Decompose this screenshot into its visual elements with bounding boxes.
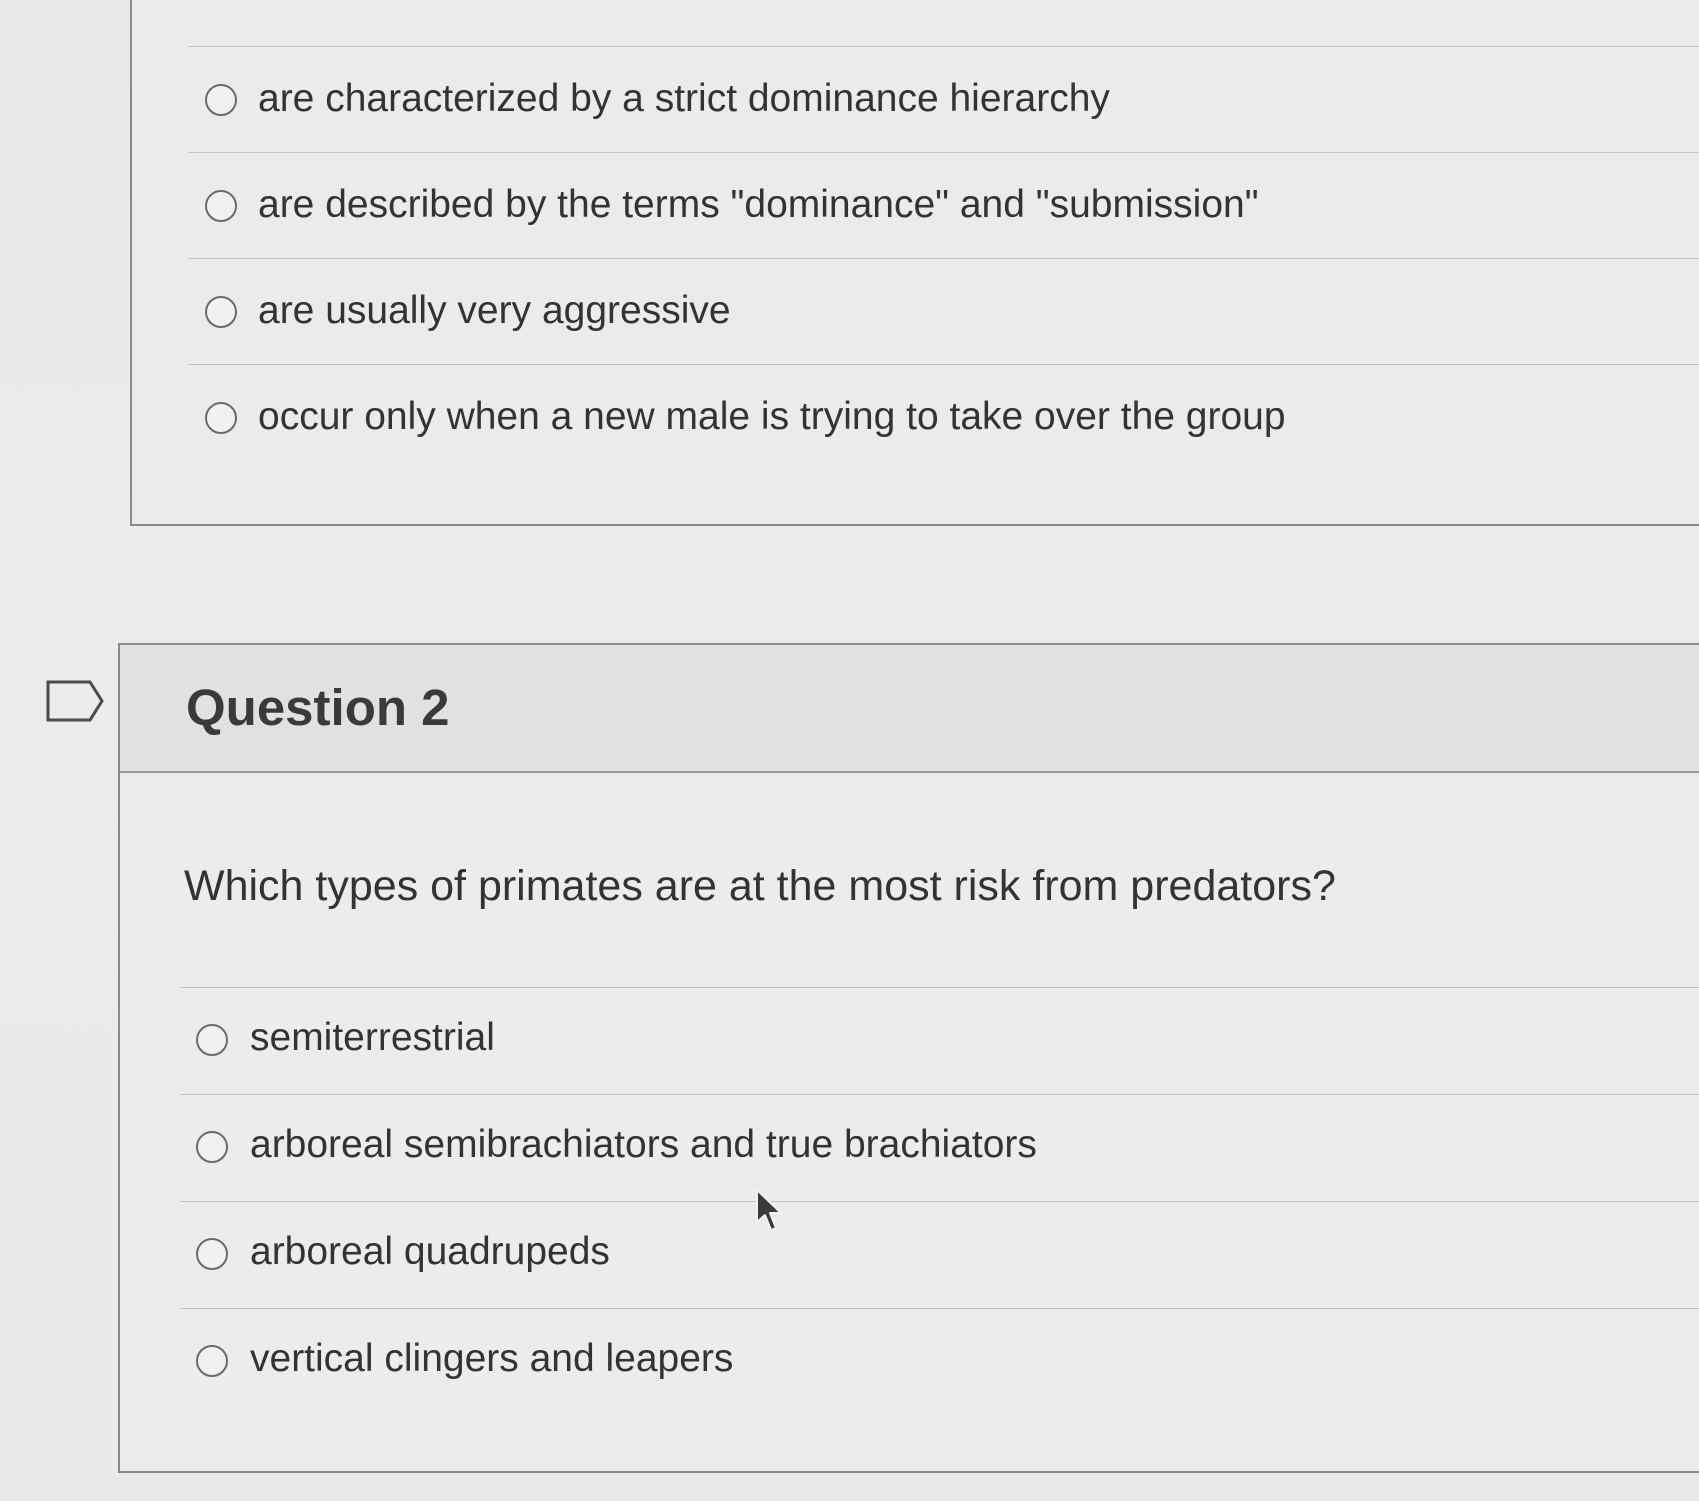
flag-outline-icon[interactable] (46, 680, 104, 722)
radio-button[interactable] (196, 1131, 228, 1163)
radio-button[interactable] (205, 84, 237, 116)
question-title: Question 2 (186, 679, 450, 736)
question-1-options: are characterized by a strict dominance … (188, 46, 1699, 470)
radio-button[interactable] (205, 296, 237, 328)
radio-button[interactable] (205, 402, 237, 434)
question-prompt: Which types of primates are at the most … (184, 862, 1336, 910)
answer-option[interactable]: vertical clingers and leapers (180, 1308, 1699, 1415)
answer-option[interactable]: are described by the terms "dominance" a… (188, 152, 1699, 258)
arrow-pointer-icon (756, 1189, 782, 1231)
answer-option-label[interactable]: are characterized by a strict dominance … (258, 75, 1110, 123)
answer-option-label[interactable]: semiterrestrial (250, 1014, 495, 1062)
answer-option-label[interactable]: vertical clingers and leapers (250, 1335, 733, 1383)
answer-option-label[interactable]: arboreal semibrachiators and true brachi… (250, 1121, 1037, 1169)
radio-button[interactable] (196, 1238, 228, 1270)
answer-option-label[interactable]: are usually very aggressive (258, 287, 731, 335)
answer-option[interactable]: are usually very aggressive (188, 258, 1699, 364)
answer-option[interactable]: arboreal quadrupeds (180, 1201, 1699, 1308)
answer-option-label[interactable]: occur only when a new male is trying to … (258, 393, 1286, 441)
answer-option[interactable]: occur only when a new male is trying to … (188, 364, 1699, 470)
answer-option-label[interactable]: arboreal quadrupeds (250, 1228, 610, 1276)
answer-option[interactable]: arboreal semibrachiators and true brachi… (180, 1094, 1699, 1201)
radio-button[interactable] (205, 190, 237, 222)
radio-button[interactable] (196, 1024, 228, 1056)
radio-button[interactable] (196, 1345, 228, 1377)
question-2-options: semiterrestrial arboreal semibrachiators… (180, 987, 1699, 1415)
answer-option[interactable]: semiterrestrial (180, 987, 1699, 1094)
answer-option-label[interactable]: are described by the terms "dominance" a… (258, 181, 1259, 229)
answer-option[interactable]: are characterized by a strict dominance … (188, 46, 1699, 152)
